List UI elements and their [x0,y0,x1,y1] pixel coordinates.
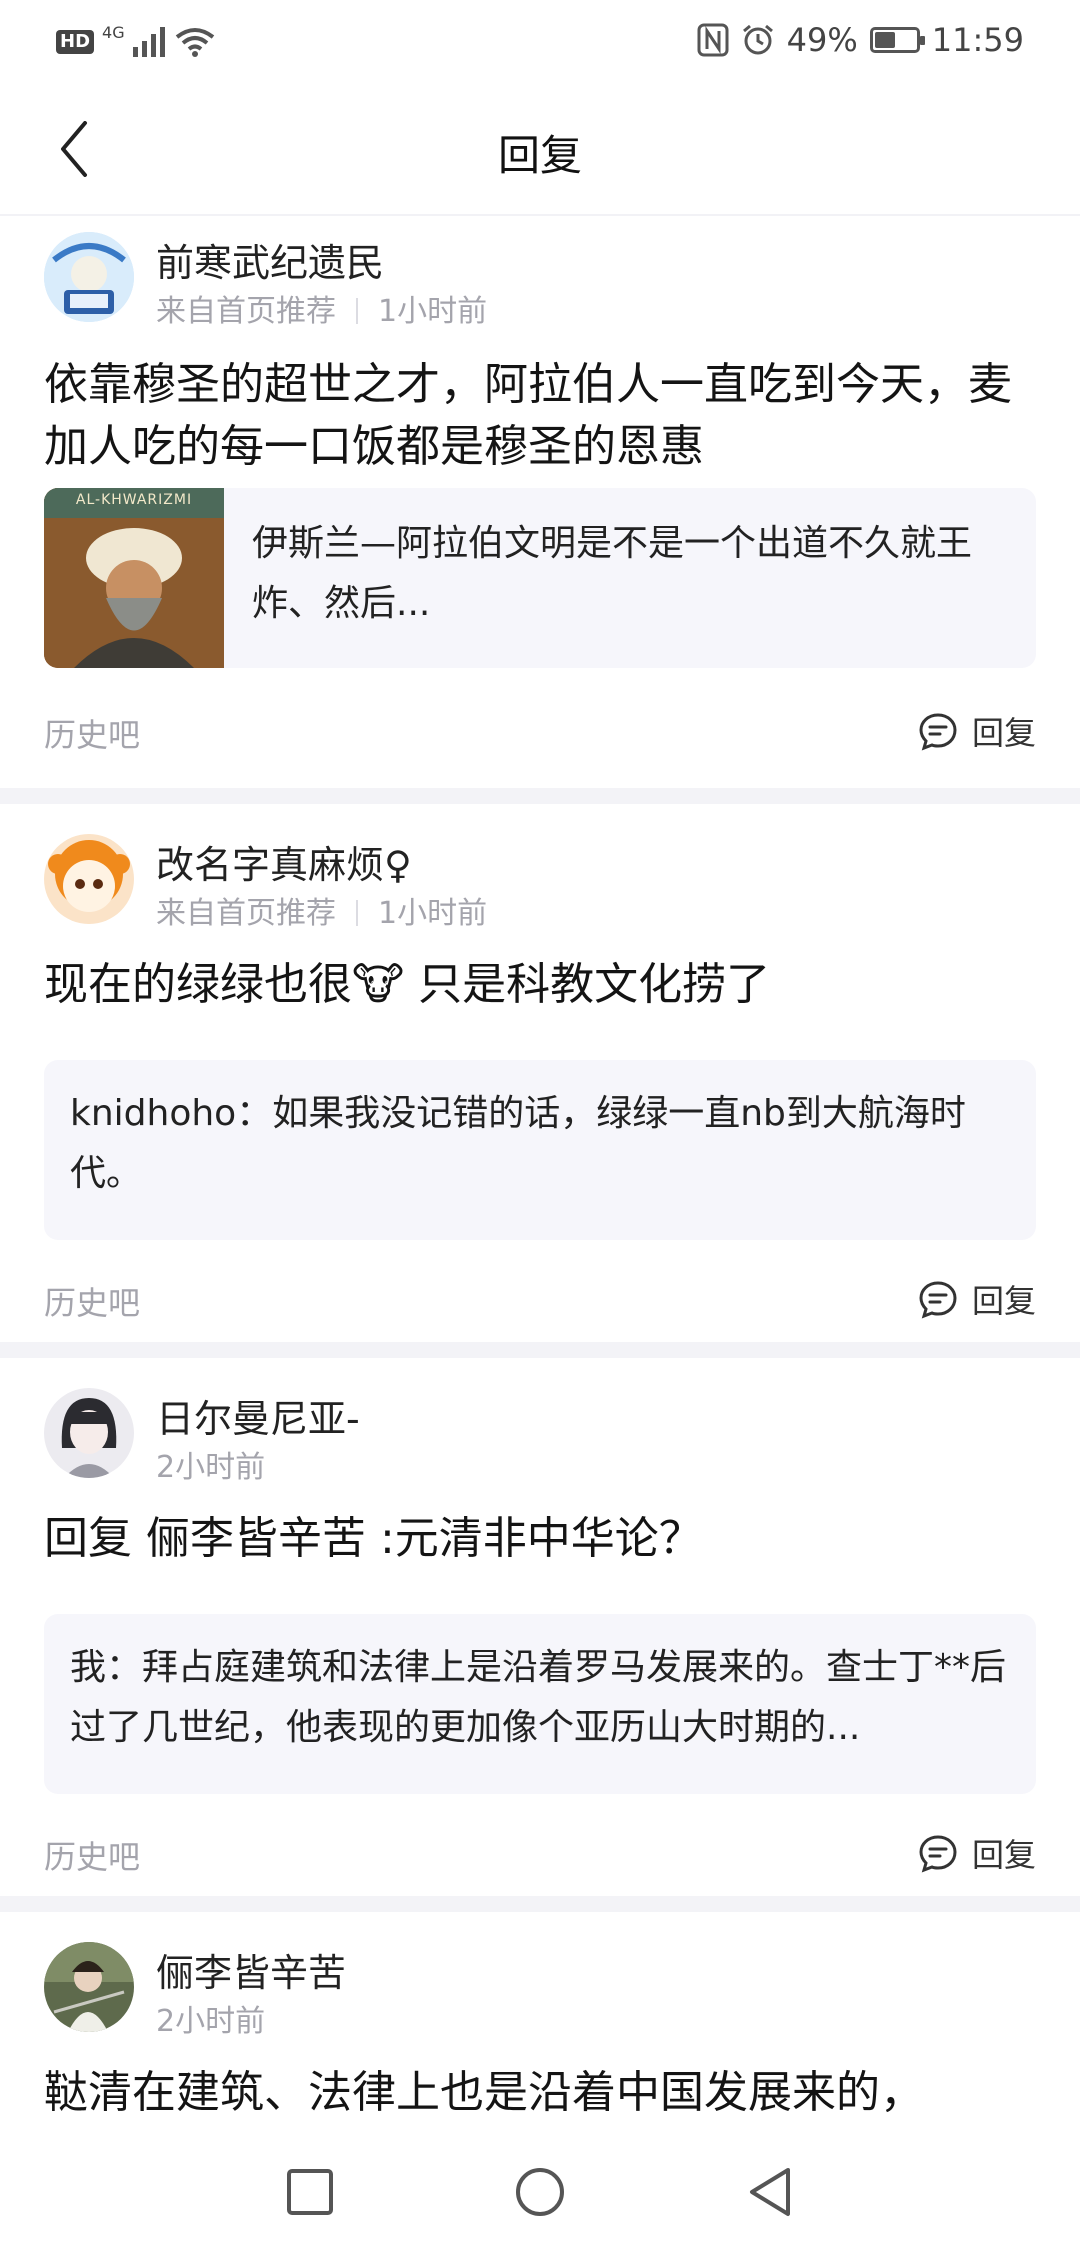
reply-button[interactable]: 回复 [918,708,1036,754]
post-time: 1小时前 [378,896,488,931]
reply-card[interactable]: 改名字真麻烦♀ 来自首页推荐 1小时前 现在的绿绿也很🐮 只是科教文化捞了 kni… [0,804,1080,1342]
username[interactable]: 日尔曼尼亚- [156,1388,360,1443]
post-text-end: 只是科教文化捞了 [404,959,771,1010]
quoted-thread[interactable]: 我：拜占庭建筑和法律上是沿着罗马发展来的。查士丁**后过了几世纪，他表现的更加像… [44,1614,1036,1794]
post-text-start: 现在的绿绿也很 [44,959,352,1010]
username[interactable]: 改名字真麻烦♀ [156,834,412,889]
post-time: 2小时前 [156,1450,266,1485]
status-bar: HD 4G 49% 11:59 [0,0,1080,84]
triangle-back-icon[interactable] [746,2166,794,2218]
alarm-icon [742,24,773,55]
post-text[interactable]: 鞑清在建筑、法律上也是沿着中国发展来的， [44,2062,1036,2124]
quote-text: knidhoho：如果我没记错的话，绿绿一直nb到大航海时代。 [70,1093,966,1194]
comment-icon [919,1835,957,1873]
nfc-icon [697,23,729,57]
thumbnail-caption: AL-KHWARIZMI [75,492,193,508]
signal-icon [132,27,165,57]
quote-text: 伊斯兰—阿拉伯文明是不是一个出道不久就王炸、然后... [252,523,973,624]
avatar[interactable] [44,834,134,924]
reply-card[interactable]: 日尔曼尼亚- 2小时前 回复 俪李皆辛苦 :元清非中华论？ 我：拜占庭建筑和法律… [0,1358,1080,1896]
quoted-thread[interactable]: knidhoho：如果我没记错的话，绿绿一直nb到大航海时代。 [44,1060,1036,1240]
post-text[interactable]: 现在的绿绿也很🐮 只是科教文化捞了 [44,954,1036,1016]
card-separator [0,1342,1080,1358]
page-title: 回复 [497,131,582,180]
post-source: 来自首页推荐 [156,896,336,931]
meta-divider [356,298,358,324]
comment-icon [919,1281,957,1319]
post-text[interactable]: 依靠穆圣的超世之才，阿拉伯人一直吃到今天，麦加人吃的每一口饭都是穆圣的恩惠 [44,354,1036,478]
card-separator [0,1896,1080,1912]
square-icon[interactable] [286,2168,334,2216]
avatar[interactable] [44,1388,134,1478]
status-right: 49% 11:59 [697,18,1024,62]
network-type: 4G [102,22,125,42]
post-source: 来自首页推荐 [156,294,336,329]
username[interactable]: 前寒武纪遗民 [156,232,384,287]
post-meta: 来自首页推荐 1小时前 [156,286,487,330]
reply-button[interactable]: 回复 [918,1276,1036,1322]
username[interactable]: 俪李皆辛苦 [156,1942,346,1997]
wifi-icon [175,28,214,57]
hd-badge: HD [56,30,95,54]
post-time: 1小时前 [378,294,488,329]
forum-link[interactable]: 历史吧 [44,1278,140,1324]
header: 回复 [0,84,1080,216]
quoted-thread[interactable]: AL-KHWARIZMI 伊斯兰—阿拉伯文明是不是一个出道不久就王炸、然后... [44,488,1036,668]
reply-card[interactable]: 前寒武纪遗民 来自首页推荐 1小时前 依靠穆圣的超世之才，阿拉伯人一直吃到今天，麦… [0,216,1080,788]
battery-icon [869,27,925,53]
reply-feed[interactable]: 前寒武纪遗民 来自首页推荐 1小时前 依靠穆圣的超世之才，阿拉伯人一直吃到今天，麦… [0,216,1080,2212]
reply-label: 回复 [971,1282,1036,1320]
post-meta: 2小时前 [156,1442,265,1486]
forum-link[interactable]: 历史吧 [44,710,140,756]
comment-icon [919,713,957,751]
reply-button[interactable]: 回复 [918,1830,1036,1876]
quote-text: 我：拜占庭建筑和法律上是沿着罗马发展来的。查士丁**后过了几世纪，他表现的更加像… [70,1647,1007,1748]
cow-emoji: 🐮 [352,959,405,1010]
card-separator [0,788,1080,804]
forum-link[interactable]: 历史吧 [44,1832,140,1878]
post-text[interactable]: 回复 俪李皆辛苦 :元清非中华论？ [44,1508,1036,1570]
clock: 11:59 [931,21,1024,59]
post-meta: 来自首页推荐 1小时前 [156,888,487,932]
meta-divider [356,900,358,926]
post-meta: 2小时前 [156,1996,265,2040]
battery-percent: 49% [786,21,858,59]
reply-label: 回复 [971,1836,1036,1874]
system-nav-bar [0,2140,1080,2244]
status-left: HD 4G [56,20,215,64]
battery-level [874,32,895,48]
avatar[interactable] [44,232,134,322]
thread-thumbnail: AL-KHWARIZMI [44,488,224,668]
circle-icon[interactable] [514,2166,566,2218]
post-time: 2小时前 [156,2004,266,2039]
avatar[interactable] [44,1942,134,2032]
reply-label: 回复 [971,714,1036,752]
